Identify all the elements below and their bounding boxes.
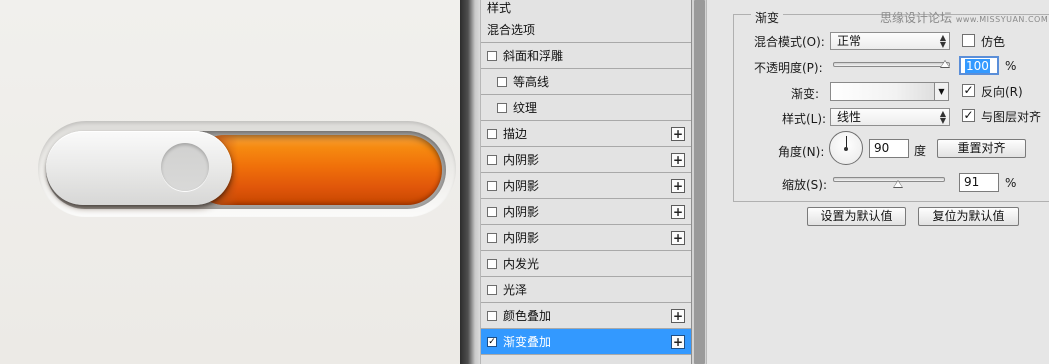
watermark: 思缘设计论坛 www.MISSYUAN.COM (880, 9, 1048, 26)
panel-divider (460, 0, 480, 364)
style-row-label: 内阴影 (503, 231, 540, 245)
angle-unit: 度 (914, 144, 927, 158)
style-checkbox[interactable] (487, 50, 497, 61)
style-label: 样式(L): (782, 112, 827, 126)
style-checkbox[interactable] (497, 76, 507, 87)
set-default-button[interactable]: 设置为默认值 (807, 207, 906, 226)
chevron-down-icon[interactable]: ▼ (934, 83, 948, 100)
angle-label: 角度(N): (778, 145, 825, 159)
check-icon: ✓ (963, 83, 974, 97)
document-canvas[interactable] (0, 0, 460, 364)
style-row-label: 纹理 (513, 101, 538, 115)
style-row[interactable]: 混合选项 (481, 17, 691, 43)
styles-list-scrollbar[interactable] (692, 0, 707, 364)
align-layer-label: 与图层对齐 (981, 110, 1042, 124)
opacity-input[interactable]: 100 (959, 56, 999, 75)
style-row-label: 颜色叠加 (503, 309, 552, 323)
style-row-label: 光泽 (503, 283, 528, 297)
style-row[interactable]: 内阴影 + (481, 173, 691, 199)
blend-mode-label: 混合模式(O): (754, 35, 825, 49)
add-effect-plus-icon[interactable]: + (671, 334, 685, 349)
style-row[interactable]: 等高线 (481, 69, 691, 95)
scale-value: 91 (964, 175, 980, 189)
style-row[interactable]: 纹理 (481, 95, 691, 121)
style-checkbox[interactable] (487, 258, 497, 269)
opacity-slider-thumb[interactable] (940, 60, 950, 68)
reverse-checkbox[interactable]: ✓ (962, 84, 975, 97)
style-checkbox[interactable] (487, 180, 497, 191)
scale-label: 缩放(S): (782, 178, 828, 192)
style-row-label: 内阴影 (503, 153, 540, 167)
angle-value: 90 (874, 141, 890, 155)
watermark-main: 思缘设计论坛 (880, 11, 953, 25)
style-row[interactable]: 内阴影 + (481, 199, 691, 225)
updown-arrow-icon: ▲ ▼ (939, 109, 946, 125)
toggle-grip-circle (161, 143, 209, 191)
style-row-label: 内发光 (503, 257, 540, 271)
style-row[interactable]: 颜色叠加 + (481, 303, 691, 329)
style-row-label: 内阴影 (503, 205, 540, 219)
style-checkbox[interactable] (487, 128, 497, 139)
reset-alignment-button[interactable]: 重置对齐 (937, 139, 1026, 158)
style-row[interactable]: 描边 + (481, 121, 691, 147)
updown-arrow-icon: ▲ ▼ (939, 33, 946, 49)
style-select[interactable]: 线性 ▲ ▼ (830, 108, 950, 126)
blend-mode-value: 正常 (837, 34, 862, 48)
add-effect-plus-icon[interactable]: + (671, 152, 685, 167)
style-checkbox[interactable] (487, 154, 497, 165)
add-effect-plus-icon[interactable]: + (671, 230, 685, 245)
angle-dial-center (844, 147, 848, 151)
style-row-label: 斜面和浮雕 (503, 49, 564, 63)
style-row-label: 渐变叠加 (503, 335, 552, 349)
style-row-label: 内阴影 (503, 179, 540, 193)
reverse-label: 反向(R) (981, 85, 1023, 99)
layer-styles-list: 样式 混合选项斜面和浮雕等高线纹理描边 + 内阴影 + 内阴影 + 内阴影 + 内阴影 + 内发光光… (480, 0, 692, 364)
scale-slider-thumb[interactable] (892, 180, 903, 188)
style-row[interactable]: 内阴影 + (481, 225, 691, 251)
opacity-unit: % (1005, 59, 1017, 73)
style-row[interactable]: 光泽 (481, 277, 691, 303)
scale-slider[interactable] (833, 177, 945, 182)
gradient-overlay-panel: 渐变 思缘设计论坛 www.MISSYUAN.COM 混合模式(O): 正常 ▲… (707, 0, 1049, 364)
gradient-label: 渐变: (791, 87, 820, 101)
scrollbar-thumb[interactable] (694, 0, 705, 364)
style-checkbox[interactable] (487, 284, 497, 295)
opacity-slider[interactable] (833, 62, 950, 67)
angle-dial[interactable] (829, 131, 863, 165)
style-checkbox[interactable] (487, 310, 497, 321)
gradient-swatch[interactable]: ▼ (830, 82, 949, 101)
style-checkbox[interactable] (487, 232, 497, 243)
styles-header-label: 样式 (487, 1, 512, 15)
angle-input[interactable]: 90 (869, 139, 909, 158)
style-checkbox[interactable] (497, 102, 507, 113)
dither-checkbox[interactable] (962, 34, 975, 47)
scale-input[interactable]: 91 (959, 173, 999, 192)
opacity-label: 不透明度(P): (754, 61, 823, 75)
add-effect-plus-icon[interactable]: + (671, 204, 685, 219)
scale-unit: % (1005, 176, 1017, 190)
style-row[interactable]: 内发光 (481, 251, 691, 277)
style-row[interactable]: ✓ 渐变叠加 + (481, 329, 691, 355)
align-layer-checkbox[interactable]: ✓ (962, 109, 975, 122)
add-effect-plus-icon[interactable]: + (671, 126, 685, 141)
style-checkbox[interactable]: ✓ (487, 336, 497, 347)
style-row[interactable]: 内阴影 + (481, 147, 691, 173)
blend-mode-select[interactable]: 正常 ▲ ▼ (830, 32, 950, 50)
style-row-label: 混合选项 (487, 23, 536, 37)
style-row-label: 描边 (503, 127, 528, 141)
group-title: 渐变 (751, 9, 784, 26)
opacity-value: 100 (965, 59, 990, 73)
style-checkbox[interactable] (487, 206, 497, 217)
dither-label: 仿色 (981, 35, 1006, 49)
check-icon: ✓ (963, 108, 974, 122)
style-value: 线性 (837, 110, 862, 124)
watermark-url: www.MISSYUAN.COM (955, 15, 1049, 24)
add-effect-plus-icon[interactable]: + (671, 308, 685, 323)
add-effect-plus-icon[interactable]: + (671, 178, 685, 193)
style-row-label: 等高线 (513, 75, 550, 89)
style-row[interactable]: 斜面和浮雕 (481, 43, 691, 69)
reset-default-button[interactable]: 复位为默认值 (918, 207, 1019, 226)
